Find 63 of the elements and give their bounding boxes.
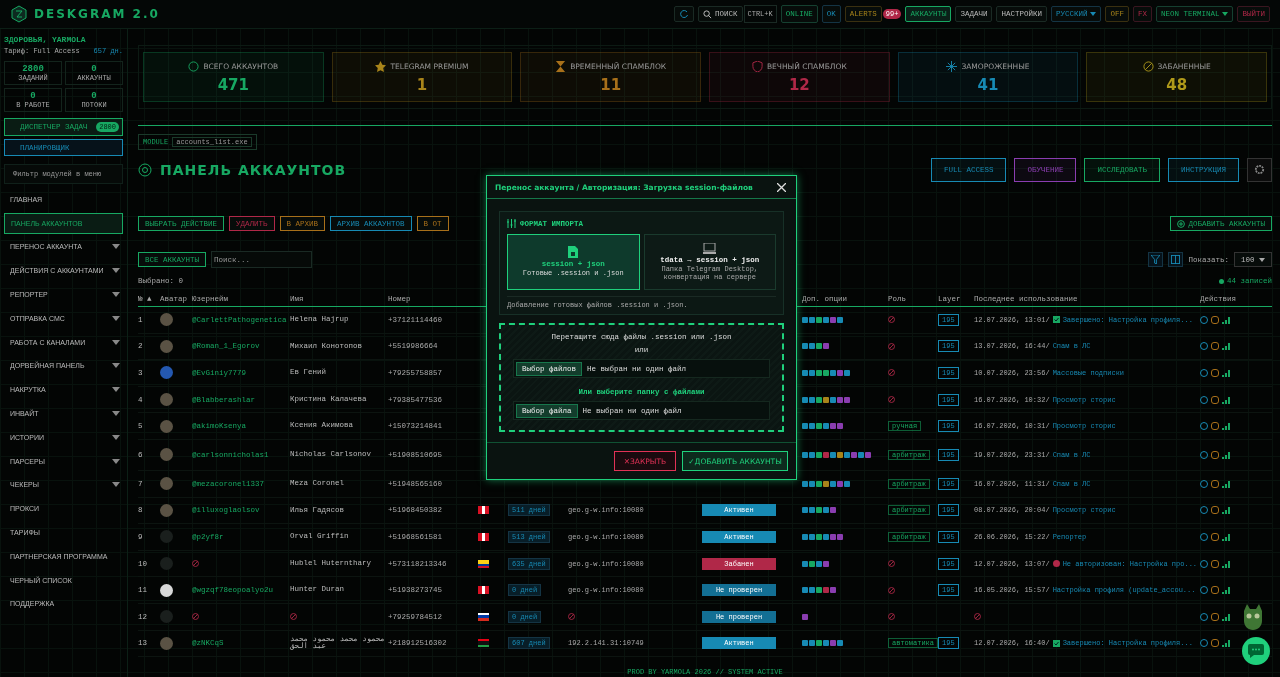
stat-icon (555, 60, 567, 72)
empty-icon (888, 396, 895, 404)
empty-icon (888, 586, 895, 594)
stat-value: 1 (416, 75, 428, 94)
signal-icon[interactable] (1222, 342, 1231, 351)
stat-icon (188, 60, 200, 72)
signal-icon[interactable] (1222, 506, 1231, 515)
logo-icon (10, 5, 28, 23)
empty-icon (888, 316, 895, 324)
stat-value: 41 (977, 75, 999, 94)
filter-icon (1151, 255, 1161, 264)
plus-icon (1177, 219, 1186, 228)
filter-button[interactable] (1148, 252, 1164, 267)
empty-icon (888, 613, 895, 621)
panel-title: ПАНЕЛЬ АККАУНТОВ (160, 162, 347, 178)
close-button[interactable] (775, 180, 788, 194)
caret-icon (1222, 12, 1229, 16)
empty-icon (888, 369, 895, 377)
chat-icon (1248, 644, 1264, 658)
app-title: DESKGRAM 2.0 (34, 7, 160, 21)
stat-icon (1142, 60, 1154, 72)
stat-value: 11 (600, 75, 622, 94)
empty-icon (974, 613, 981, 621)
signal-icon[interactable] (1222, 639, 1231, 648)
signal-icon[interactable] (1222, 315, 1231, 324)
empty-icon (192, 613, 199, 621)
gear-icon (1254, 163, 1265, 175)
stat-icon (946, 60, 958, 72)
signal-icon[interactable] (1222, 559, 1231, 568)
signal-icon[interactable] (1222, 422, 1231, 431)
caret-icon (1259, 257, 1265, 262)
signal-icon[interactable] (1222, 532, 1231, 541)
file-icon (568, 246, 579, 259)
signal-icon[interactable] (1222, 612, 1231, 621)
signal-icon[interactable] (1222, 369, 1231, 377)
close-icon (777, 182, 786, 192)
signal-icon[interactable] (1222, 586, 1231, 595)
settings-button[interactable] (1247, 158, 1272, 182)
empty-icon (568, 613, 575, 621)
stat-value: 48 (1166, 75, 1188, 94)
laptop-icon (703, 242, 717, 254)
columns-button[interactable] (1168, 252, 1184, 267)
stat-value: 471 (217, 75, 249, 94)
signal-icon[interactable] (1222, 479, 1231, 488)
empty-icon (888, 560, 895, 568)
stat-icon (751, 60, 763, 72)
empty-icon (888, 342, 895, 350)
greeting: ЗДОРОВЬЯ, YARMOLA (4, 35, 87, 44)
status-dot-icon (1219, 278, 1224, 284)
caret-icon (1090, 12, 1097, 16)
sliders-icon (507, 219, 516, 228)
stat-icon (375, 60, 387, 72)
chat-button[interactable] (1242, 637, 1270, 665)
search-icon (703, 9, 712, 19)
columns-icon (1171, 255, 1181, 264)
refresh-icon (679, 9, 689, 19)
empty-icon (192, 560, 199, 568)
target-icon (138, 163, 152, 177)
refresh-button[interactable] (674, 6, 694, 22)
stat-value: 12 (788, 75, 810, 94)
signal-icon[interactable] (1222, 395, 1231, 404)
empty-icon (290, 613, 297, 621)
signal-icon[interactable] (1222, 450, 1231, 459)
